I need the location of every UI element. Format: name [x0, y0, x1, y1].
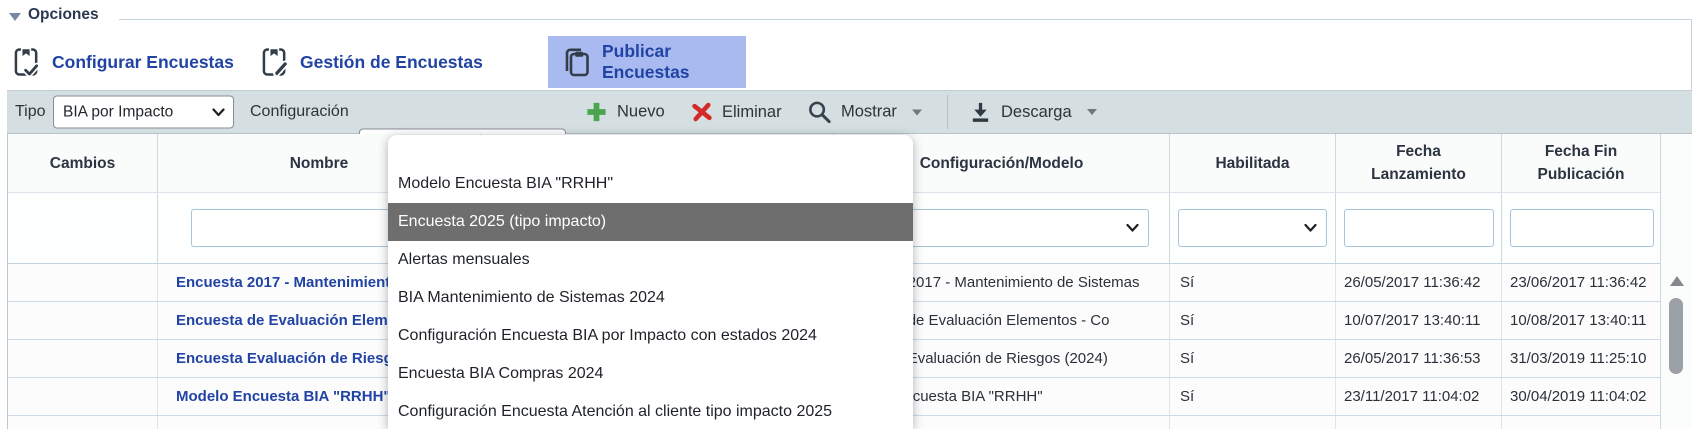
section-title: Opciones	[28, 6, 99, 24]
vertical-scrollbar	[1660, 134, 1692, 429]
tab-gestion-de-encuestas[interactable]: Gestión de Encuestas	[262, 36, 483, 88]
chevron-down-icon	[1087, 109, 1097, 115]
collapse-section-icon[interactable]	[9, 13, 21, 21]
survey-name-link[interactable]: Modelo Encuesta BIA "RRHH"	[176, 388, 391, 405]
cell-empty	[8, 416, 158, 429]
cell-empty	[1502, 416, 1661, 429]
tipo-label: Tipo	[15, 103, 46, 121]
column-header-fecha-lanzamiento[interactable]: Fecha Lanzamiento	[1336, 134, 1502, 192]
dropdown-option[interactable]: Encuesta 2025 (tipo impacto)	[388, 203, 913, 241]
column-header-habilitada[interactable]: Habilitada	[1170, 134, 1336, 192]
dropdown-option[interactable]: BIA Mantenimiento de Sistemas 2024	[388, 279, 913, 317]
section-divider	[119, 19, 1691, 20]
filter-cell-cambios	[8, 193, 158, 263]
cell-habilitada: Sí	[1170, 340, 1336, 377]
dropdown-option[interactable]: Encuesta BIA Compras 2024	[388, 355, 913, 393]
dropdown-option[interactable]	[388, 135, 913, 165]
search-icon	[807, 100, 832, 125]
fecha-lanzamiento-filter-input[interactable]	[1344, 209, 1494, 247]
dropdown-option[interactable]: Configuración Encuesta BIA por Impacto c…	[388, 317, 913, 355]
chevron-down-icon	[1126, 224, 1139, 233]
dropdown-option[interactable]: Configuración Encuesta Atención al clien…	[388, 393, 913, 429]
cell-fecha_lanzamiento: 10/07/2017 13:40:11	[1336, 302, 1502, 339]
x-icon	[690, 100, 714, 124]
chevron-down-icon	[212, 108, 225, 117]
filter-cell-fecha-lanzamiento	[1336, 193, 1502, 263]
publish-surveys-screen: Opciones Configurar Encuestas Gestión de…	[0, 0, 1697, 429]
cell-fecha_fin: 23/06/2017 11:36:42	[1502, 264, 1661, 301]
cell-fecha_fin: 31/03/2019 11:25:10	[1502, 340, 1661, 377]
habilitada-filter-select[interactable]	[1178, 209, 1327, 247]
filter-cell-fecha-fin	[1502, 193, 1661, 263]
cell-fecha_fin: 10/08/2017 13:40:11	[1502, 302, 1661, 339]
plus-icon	[585, 101, 608, 124]
download-icon	[969, 100, 992, 124]
dropdown-option[interactable]: Modelo Encuesta BIA "RRHH"	[388, 165, 913, 203]
survey-edit-icon	[262, 46, 289, 78]
tab-configurar-encuestas[interactable]: Configurar Encuestas	[14, 36, 234, 88]
cell-fecha_lanzamiento: 26/05/2017 11:36:53	[1336, 340, 1502, 377]
fecha-fin-filter-input[interactable]	[1510, 209, 1654, 247]
cell-habilitada: Sí	[1170, 302, 1336, 339]
cell-fecha_lanzamiento: 23/11/2017 11:04:02	[1336, 378, 1502, 415]
mostrar-button[interactable]: Mostrar	[807, 100, 922, 125]
toolbar-separator	[947, 95, 948, 129]
cell-cambios	[8, 340, 158, 377]
tab-publicar-encuestas[interactable]: Publicar Encuestas	[548, 36, 746, 88]
tab-label: Gestión de Encuestas	[300, 52, 483, 73]
column-header-cambios[interactable]: Cambios	[8, 134, 158, 192]
configuracion-dropdown: Modelo Encuesta BIA "RRHH"Encuesta 2025 …	[388, 135, 913, 429]
survey-check-icon	[14, 46, 41, 78]
eliminar-button[interactable]: Eliminar	[691, 101, 782, 123]
scrollbar-up-icon[interactable]	[1670, 276, 1684, 286]
cell-cambios	[8, 264, 158, 301]
dropdown-option[interactable]: Alertas mensuales	[388, 241, 913, 279]
toolbar: Tipo BIA por Impacto Configuración Nuevo…	[7, 90, 1692, 134]
tab-label: Configurar Encuestas	[52, 52, 234, 73]
tab-label: Publicar Encuestas	[602, 41, 746, 83]
configuracion-label: Configuración	[250, 103, 349, 121]
cell-cambios	[8, 302, 158, 339]
column-header-fecha-fin-publicacion[interactable]: Fecha Fin Publicación	[1502, 134, 1661, 192]
tipo-select[interactable]: BIA por Impacto	[53, 96, 234, 129]
cell-cambios	[8, 378, 158, 415]
scrollbar-thumb[interactable]	[1669, 298, 1683, 374]
filter-cell-habilitada	[1170, 193, 1336, 263]
clipboard-icon	[561, 46, 591, 78]
nuevo-button[interactable]: Nuevo	[585, 101, 665, 124]
cell-habilitada: Sí	[1170, 264, 1336, 301]
chevron-down-icon	[1304, 224, 1317, 233]
cell-fecha_lanzamiento: 26/05/2017 11:36:42	[1336, 264, 1502, 301]
chevron-down-icon	[912, 109, 922, 115]
cell-fecha_fin: 30/04/2019 11:04:02	[1502, 378, 1661, 415]
cell-empty	[1170, 416, 1336, 429]
cell-empty	[1336, 416, 1502, 429]
descarga-button[interactable]: Descarga	[969, 100, 1097, 124]
cell-habilitada: Sí	[1170, 378, 1336, 415]
